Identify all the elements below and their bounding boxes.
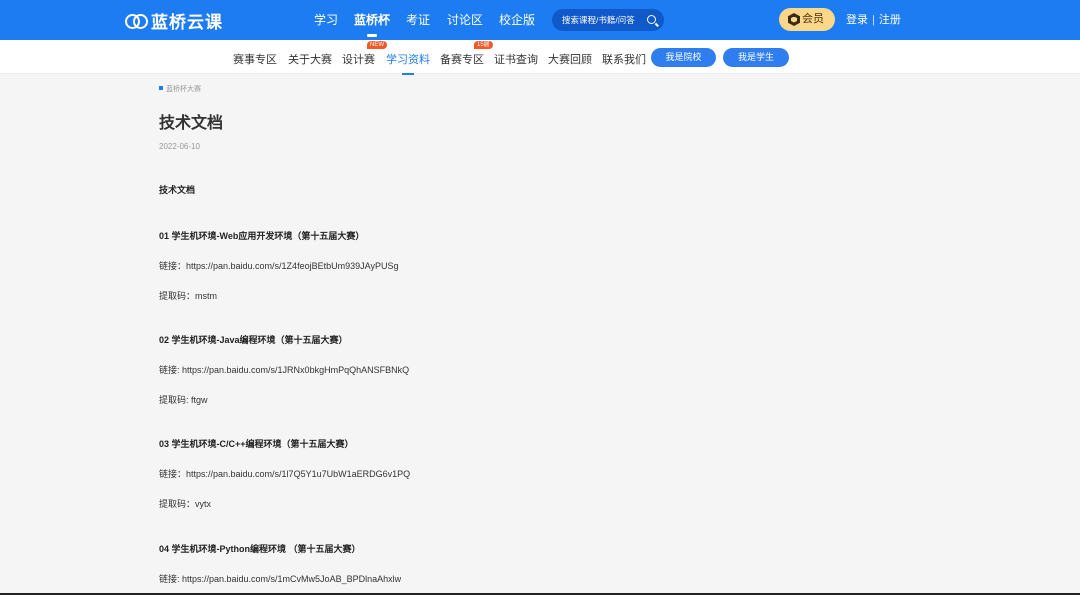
brand-name: 蓝桥云课 — [151, 12, 223, 32]
vip-label: 会员 — [802, 13, 824, 25]
article-heading: 技术文档 — [159, 185, 196, 195]
auth-separator: | — [872, 14, 875, 26]
top-navbar: 蓝桥云课 学习 蓝桥杯 考证 讨论区 校企版 搜索课程/书籍/问答 会员 登录 |… — [0, 0, 1080, 40]
publish-date: 2022-06-10 — [159, 142, 200, 151]
subnav-preparation[interactable]: 备赛专区 — [440, 53, 484, 67]
subnav-design-contest[interactable]: 设计赛 — [342, 53, 375, 67]
search-input[interactable]: 搜索课程/书籍/问答 — [552, 9, 664, 31]
section-title: 01 学生机环境-Web应用开发环境（第十五届大赛） — [159, 231, 365, 241]
topnav-enterprise[interactable]: 校企版 — [499, 12, 535, 28]
subnav-events[interactable]: 赛事专区 — [233, 53, 277, 67]
search-icon[interactable] — [647, 15, 656, 24]
logo[interactable]: 蓝桥云课 — [125, 9, 223, 32]
subnav-review[interactable]: 大赛回顾 — [548, 53, 592, 67]
section-title: 03 学生机环境-C/C++编程环境（第十五届大赛） — [159, 439, 354, 449]
extraction-code: 提取码：mstm — [159, 291, 217, 301]
register-link[interactable]: 注册 — [879, 14, 901, 26]
section-title: 04 学生机环境-Python编程环境 （第十五届大赛） — [159, 544, 361, 554]
download-link[interactable]: 链接：https://pan.baidu.com/s/1Z4feojBEtbUm… — [159, 259, 398, 272]
download-link[interactable]: 链接: https://pan.baidu.com/s/1JRNx0bkgHmP… — [159, 363, 409, 376]
vip-button[interactable]: 会员 — [779, 8, 835, 31]
auth-links: 登录 | 注册 — [846, 12, 901, 28]
new-badge: NEW — [367, 41, 387, 49]
subnav-about[interactable]: 关于大赛 — [288, 53, 332, 67]
topnav-certification[interactable]: 考证 — [406, 12, 430, 28]
search-placeholder: 搜索课程/书籍/问答 — [562, 15, 635, 25]
page-title: 技术文档 — [159, 115, 224, 132]
logo-icon — [125, 11, 148, 29]
breadcrumb[interactable]: 蓝桥杯大赛 — [159, 84, 201, 94]
subnav-study-materials[interactable]: 学习资料 — [386, 53, 430, 75]
topnav-lanqiao-cup[interactable]: 蓝桥杯 — [354, 12, 390, 37]
subnav-contact[interactable]: 联系我们 — [602, 53, 646, 67]
extraction-code: 提取码: ftgw — [159, 395, 208, 405]
student-button[interactable]: 我是学生 — [723, 48, 789, 67]
section-title: 02 学生机环境-Java编程环境（第十五届大赛） — [159, 335, 348, 345]
download-link[interactable]: 链接: https://pan.baidu.com/s/1mCvMw5JoAB_… — [159, 572, 401, 585]
login-link[interactable]: 登录 — [846, 14, 868, 26]
school-button[interactable]: 我是院校 — [651, 48, 716, 67]
extraction-code: 提取码：vytx — [159, 499, 212, 509]
topnav-study[interactable]: 学习 — [314, 12, 338, 28]
edition-badge: 15届 — [474, 41, 493, 49]
sub-navbar: 赛事专区 关于大赛 设计赛 NEW 学习资料 备赛专区 15届 证书查询 大赛回… — [0, 40, 1080, 75]
topnav-discussion[interactable]: 讨论区 — [447, 12, 483, 28]
subnav-certificate-query[interactable]: 证书查询 — [494, 53, 538, 67]
vip-icon — [788, 13, 800, 26]
download-link[interactable]: 链接：https://pan.baidu.com/s/1l7Q5Y1u7UbW1… — [159, 467, 410, 480]
